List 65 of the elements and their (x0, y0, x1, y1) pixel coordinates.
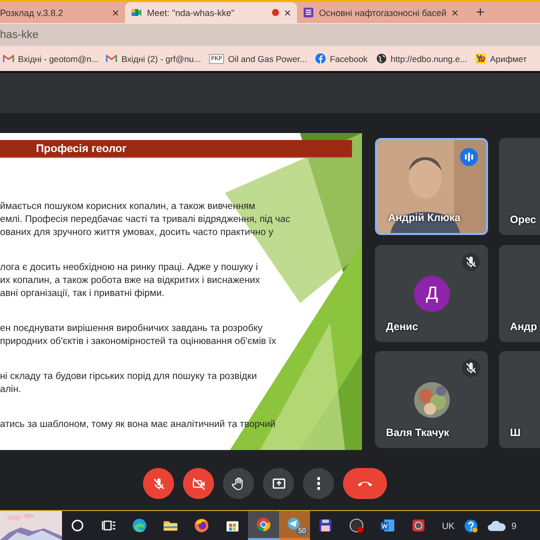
more-button[interactable] (303, 468, 334, 499)
edge-icon (131, 517, 148, 534)
slide-text: емлі. Професія передбачає часті та тривалі відрядження, під час (0, 213, 290, 226)
tab-title: Основні нафтогазоносні басей (319, 8, 446, 18)
present-screen-icon (270, 476, 286, 492)
slide-text: их копалин, а також робота вже на відкритих і виснажених (0, 274, 260, 287)
slide-text: ованих для зручного життя умовах, досить часто практично у (0, 226, 274, 239)
participant-name: Орес (510, 214, 536, 226)
clock[interactable]: 9 (512, 520, 517, 530)
bookmark[interactable]: http://edbo.nung.e... (376, 53, 468, 64)
mail-icon (3, 53, 14, 64)
camera-icon (410, 517, 427, 534)
more-options-icon (316, 477, 320, 490)
tab-title: Meet: "nda-whas-kke" (147, 8, 236, 18)
chrome-icon (255, 516, 272, 533)
video-camera-icon (131, 7, 142, 18)
browser-tab[interactable]: Розклад v.3.8.2 × (0, 2, 125, 23)
help-icon[interactable] (462, 518, 479, 534)
close-tab-button[interactable]: × (112, 6, 119, 20)
bookmark[interactable]: Facebook (314, 53, 368, 64)
mic-button[interactable] (143, 468, 174, 499)
participant-tile[interactable]: Д Денис (375, 244, 488, 342)
camera-button[interactable] (183, 468, 214, 499)
floppy-icon (317, 517, 334, 534)
slide-text: ні складу та будови гірських порід для пошуку та розвідки (0, 370, 257, 383)
new-tab-button[interactable]: + (472, 3, 489, 23)
language-indicator[interactable]: UK (442, 520, 455, 530)
avatar-letter: Д (414, 276, 450, 312)
participant-name: Ш (510, 427, 521, 440)
participant-name: Валя Ткачук (386, 427, 450, 440)
address-bar[interactable]: has-kke (0, 23, 540, 46)
close-tab-button[interactable]: × (284, 6, 291, 20)
bookmark[interactable]: Вхідні (2) - grf@nu... (106, 53, 201, 64)
hand-button[interactable] (223, 468, 254, 499)
slide-text: алін. (0, 383, 22, 396)
search-icon (69, 517, 86, 534)
document-icon (303, 7, 314, 18)
participant-tile[interactable]: Орес (499, 138, 540, 235)
participant-tile[interactable]: Валя Ткачук (375, 351, 488, 448)
slide-title: Професія геолог (0, 140, 352, 158)
firefox-icon (193, 517, 210, 534)
participant-name: Денис (386, 320, 418, 333)
speaking-indicator-icon (460, 148, 478, 166)
bookmark[interactable]: Вхідні - geotom@n... (3, 53, 98, 64)
browser-tab[interactable]: Основні нафтогазоносні басей × (297, 2, 462, 23)
mail-icon (106, 53, 118, 64)
camera-off-icon (190, 476, 206, 492)
globe-icon (376, 53, 387, 64)
slide-text: природних об'єктів і закономірностей та оцінювання об'ємів їх (0, 335, 276, 348)
app-logo-icon (475, 53, 486, 64)
participant-tile[interactable]: Андр (499, 244, 540, 342)
slide-text: лога є досить необхідною на ринку праці. Адже у пошуку і (0, 261, 258, 274)
word-icon (379, 517, 396, 534)
participant-name: Андр (510, 320, 538, 333)
hangup-button[interactable] (343, 468, 387, 499)
tab-title: Розклад v.3.8.2 (0, 8, 64, 18)
participant-tile[interactable]: Ш (499, 351, 540, 448)
present-button[interactable] (263, 468, 294, 499)
bookmark[interactable]: Арифмет (475, 53, 527, 64)
facebook-icon (314, 53, 326, 64)
browser-tab[interactable]: Meet: "nda-whas-kke" × (125, 2, 297, 23)
slide-text: авні організації, так і приватні фірми. (0, 287, 164, 300)
slide-text: ен поєднувати вирішення виробничих завдань та розробку (0, 322, 263, 335)
close-tab-button[interactable]: × (451, 6, 458, 20)
slide-text: ймається пошуком корисних копалин, а також вивченням (0, 200, 256, 213)
